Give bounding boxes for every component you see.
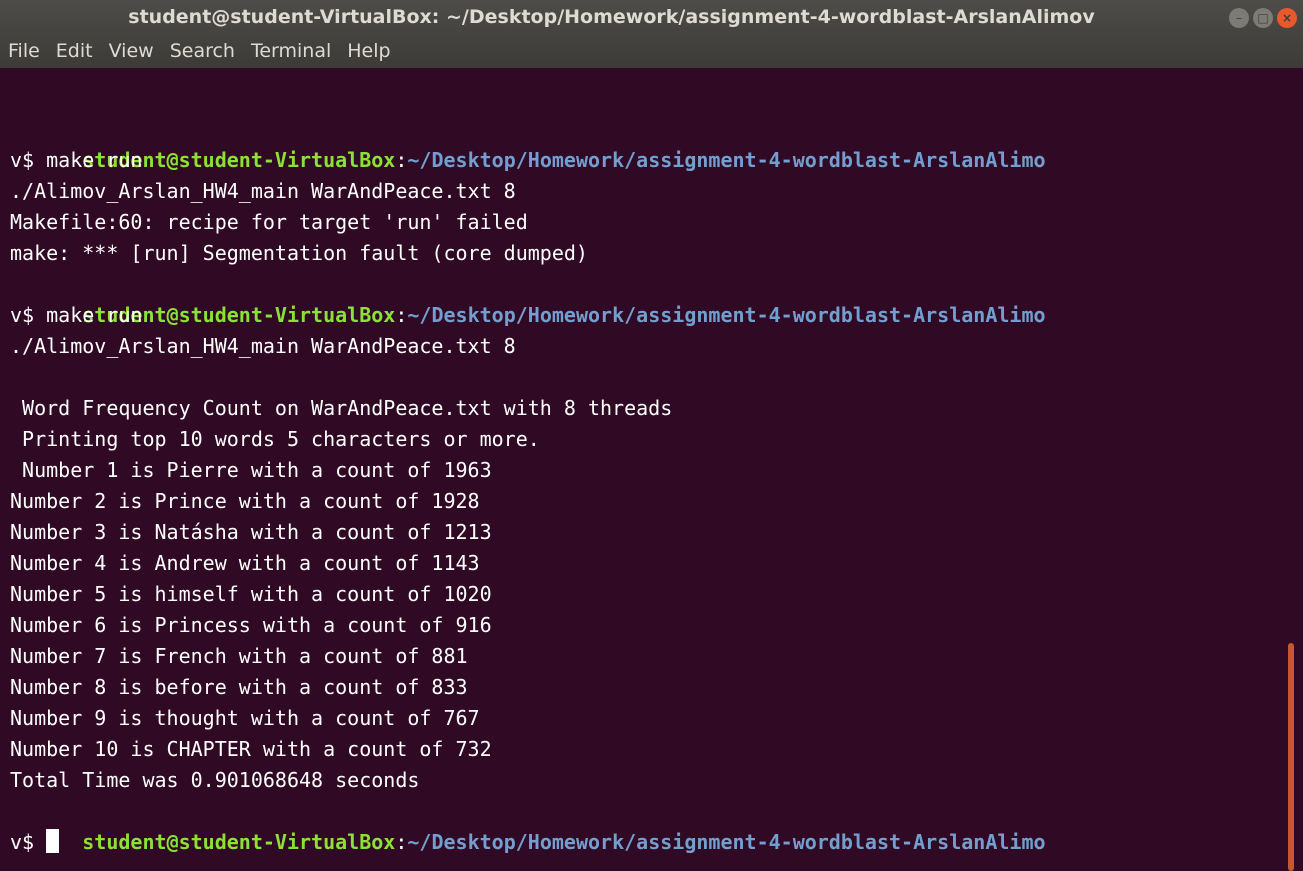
prompt-line: student@student-VirtualBox:~/Desktop/Hom… <box>10 114 1045 172</box>
minimize-icon[interactable]: – <box>1229 8 1249 28</box>
result-line: Number 10 is CHAPTER with a count of 732 <box>10 737 492 761</box>
menu-edit[interactable]: Edit <box>56 40 93 62</box>
menu-terminal[interactable]: Terminal <box>251 40 331 62</box>
prompt-user-host: student@student-VirtualBox <box>82 830 396 854</box>
prompt-path: ~/Desktop/Homework/assignment-4-wordblas… <box>407 303 1046 327</box>
prompt-colon: : <box>395 830 408 854</box>
result-line: Number 6 is Princess with a count of 916 <box>10 613 492 637</box>
prompt-wrap: v$ <box>10 303 47 327</box>
output-line: Word Frequency Count on WarAndPeace.txt … <box>10 396 673 420</box>
result-line: Number 7 is French with a count of 881 <box>10 644 468 668</box>
title-bar[interactable]: student@student-VirtualBox: ~/Desktop/Ho… <box>0 0 1303 68</box>
prompt-line: student@student-VirtualBox:~/Desktop/Hom… <box>10 796 1045 854</box>
result-line: Number 3 is Natásha with a count of 1213 <box>10 520 492 544</box>
result-line: Number 5 is himself with a count of 1020 <box>10 582 492 606</box>
maximize-icon[interactable]: □ <box>1253 8 1273 28</box>
result-line: Number 1 is Pierre with a count of 1963 <box>10 458 492 482</box>
result-line: Number 4 is Andrew with a count of 1143 <box>10 551 480 575</box>
menu-view[interactable]: View <box>109 40 154 62</box>
output-line: ./Alimov_Arslan_HW4_main WarAndPeace.txt… <box>10 179 516 203</box>
menu-help[interactable]: Help <box>347 40 390 62</box>
prompt-wrap: v$ <box>10 148 47 172</box>
menu-file[interactable]: File <box>8 40 40 62</box>
result-line: Number 2 is Prince with a count of 1928 <box>10 489 480 513</box>
command-text: make run <box>46 148 143 172</box>
terminal-window: student@student-VirtualBox: ~/Desktop/Ho… <box>0 0 1303 871</box>
output-line: Total Time was 0.901068648 seconds <box>10 768 420 792</box>
window-title: student@student-VirtualBox: ~/Desktop/Ho… <box>128 6 1095 28</box>
prompt-colon: : <box>395 303 408 327</box>
command-line: v$ <box>10 827 60 858</box>
command-line: v$ make run <box>10 300 142 331</box>
menu-bar: File Edit View Search Terminal Help <box>0 34 1303 68</box>
output-line: Printing top 10 words 5 characters or mo… <box>10 427 540 451</box>
command-text: make run <box>46 303 143 327</box>
output-line: ./Alimov_Arslan_HW4_main WarAndPeace.txt… <box>10 334 516 358</box>
output-line: Makefile:60: recipe for target 'run' fai… <box>10 210 528 234</box>
output-line: make: *** [run] Segmentation fault (core… <box>10 241 588 265</box>
terminal-output[interactable]: student@student-VirtualBox:~/Desktop/Hom… <box>0 114 1280 871</box>
menu-search[interactable]: Search <box>170 40 235 62</box>
result-line: Number 9 is thought with a count of 767 <box>10 706 480 730</box>
prompt-path: ~/Desktop/Homework/assignment-4-wordblas… <box>407 148 1046 172</box>
result-line: Number 8 is before with a count of 833 <box>10 675 468 699</box>
close-icon[interactable]: × <box>1277 8 1297 28</box>
prompt-path: ~/Desktop/Homework/assignment-4-wordblas… <box>407 830 1046 854</box>
prompt-wrap: v$ <box>10 830 47 854</box>
prompt-line: student@student-VirtualBox:~/Desktop/Hom… <box>10 269 1045 327</box>
prompt-colon: : <box>395 148 408 172</box>
command-line: v$ make run <box>10 145 142 176</box>
text-cursor <box>46 829 60 853</box>
scrollbar[interactable] <box>1288 643 1294 871</box>
